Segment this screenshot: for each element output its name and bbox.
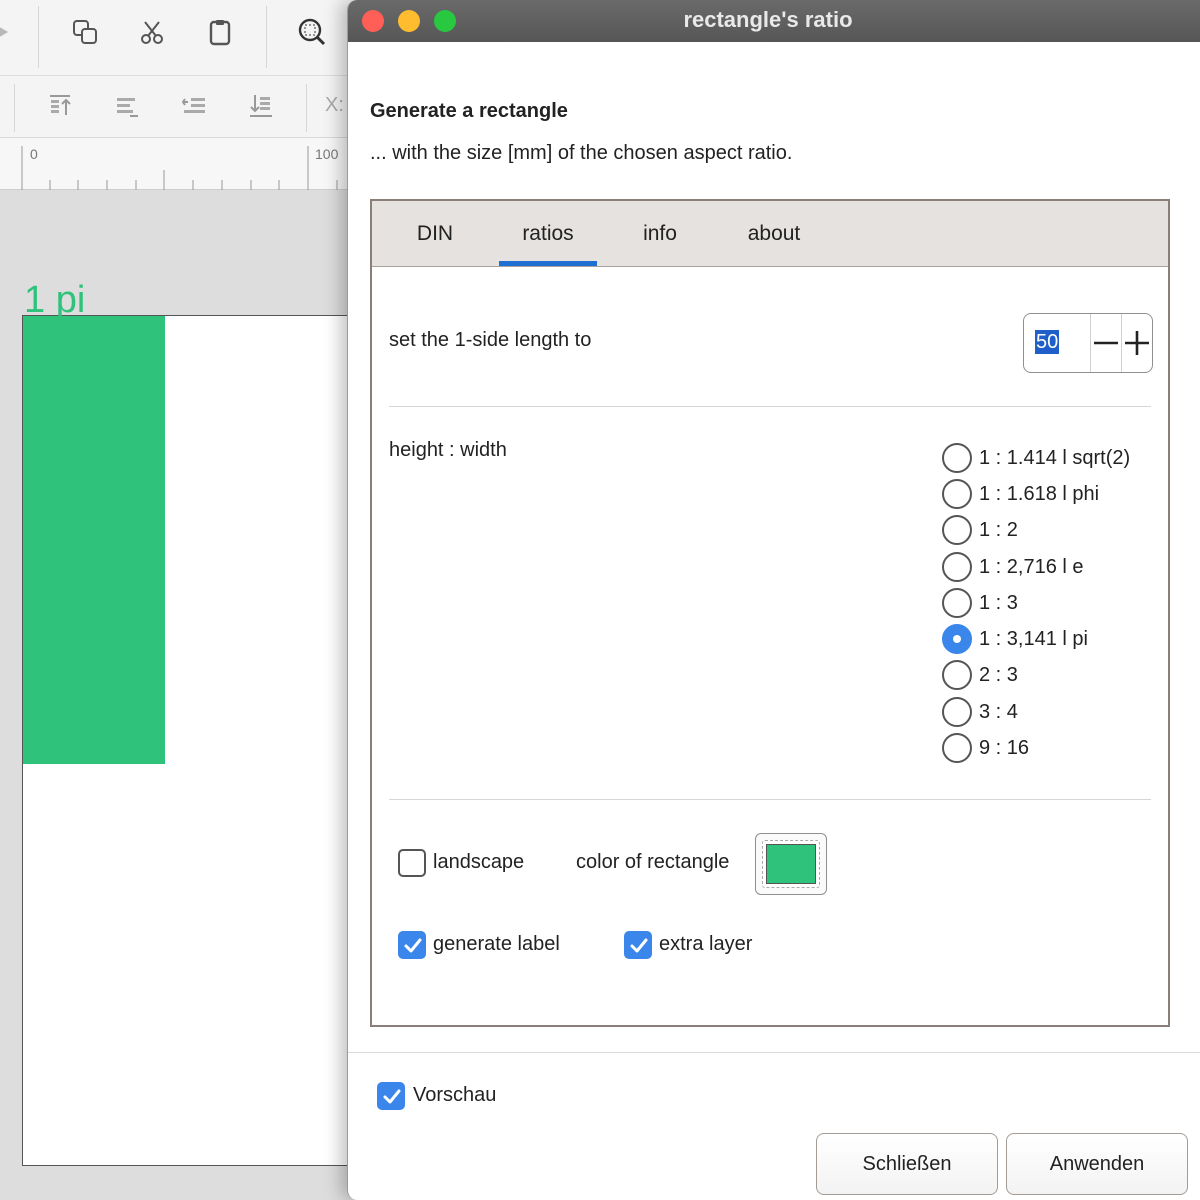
checkmark-icon (404, 938, 422, 953)
increment-button[interactable] (1122, 314, 1152, 372)
side-length-stepper[interactable]: 50 (1023, 313, 1153, 373)
ratio-option[interactable]: 3 : 4 (942, 695, 1018, 729)
ratio-option-label: 1 : 2 (979, 518, 1018, 541)
preview-label: Vorschau (413, 1084, 497, 1106)
ratio-option[interactable]: 1 : 1.414 l sqrt(2) (942, 441, 1130, 475)
side-length-value[interactable]: 50 (1035, 330, 1060, 354)
dialog-subheading: ... with the size [mm] of the chosen asp… (370, 142, 793, 164)
ratio-option-label: 1 : 3,141 l pi (979, 627, 1088, 650)
landscape-label: landscape (433, 851, 525, 873)
radio-button[interactable] (942, 697, 972, 727)
plus-icon (1125, 331, 1149, 355)
extra-layer-text: extra layer (659, 933, 753, 955)
ratio-option-label: 1 : 1.618 l phi (979, 482, 1100, 505)
radio-button[interactable] (942, 443, 972, 473)
ratio-option-label: 1 : 2,716 l e (979, 555, 1084, 578)
align-top-icon[interactable] (42, 88, 78, 124)
ratio-option[interactable]: 1 : 3 (942, 586, 1018, 620)
color-well-frame (762, 840, 820, 888)
ratio-option[interactable]: 2 : 3 (942, 658, 1018, 692)
side-length-label: set the 1-side length to (389, 329, 592, 351)
ratio-option-label: 3 : 4 (979, 700, 1018, 723)
extra-layer-checkbox[interactable] (624, 931, 652, 959)
color-picker-button[interactable] (755, 833, 827, 895)
preview-checkbox[interactable] (377, 1082, 405, 1110)
toolbar-divider (266, 6, 267, 68)
x-coordinate-label: X: (325, 94, 344, 116)
duplicate-icon[interactable] (67, 14, 103, 50)
radio-button-selected[interactable] (942, 624, 972, 654)
ratio-option-label: 1 : 1.414 l sqrt(2) (979, 446, 1131, 469)
ratio-option[interactable]: 1 : 2,716 l e (942, 550, 1084, 584)
tab-about[interactable]: about (722, 201, 826, 267)
ratio-option-label: 1 : 3 (979, 591, 1018, 614)
dialog-heading: Generate a rectangle (370, 100, 568, 122)
ruler-mark: 0 (30, 146, 38, 162)
close-button[interactable]: Schließen (816, 1133, 998, 1195)
generate-label-text: generate label (433, 933, 560, 955)
ratio-option[interactable]: 1 : 1.618 l phi (942, 477, 1099, 511)
footer-divider (348, 1052, 1200, 1053)
ruler-ticks (21, 146, 338, 190)
ratio-option[interactable]: 1 : 2 (942, 513, 1018, 547)
toolbar-divider (306, 84, 307, 132)
align-left-icon[interactable] (109, 88, 145, 124)
color-swatch (766, 844, 816, 884)
active-tab-indicator (499, 261, 597, 266)
minus-icon (1094, 341, 1118, 345)
generated-rectangle[interactable] (23, 316, 165, 764)
dialog-title: rectangle's ratio (683, 7, 853, 32)
ratio-dialog: rectangle's ratio Generate a rectangle .… (347, 0, 1200, 1200)
radio-button[interactable] (942, 660, 972, 690)
radio-button[interactable] (942, 515, 972, 545)
generate-label-checkbox[interactable] (398, 931, 426, 959)
forward-arrow-icon[interactable] (0, 14, 22, 50)
radio-button[interactable] (942, 552, 972, 582)
tab-bar: DIN ratios info about (372, 201, 1168, 267)
radio-button[interactable] (942, 733, 972, 763)
apply-button[interactable]: Anwenden (1006, 1133, 1188, 1195)
landscape-checkbox[interactable] (398, 849, 426, 877)
align-bottom-icon[interactable] (243, 88, 279, 124)
ratio-group-label: height : width (389, 439, 507, 461)
checkmark-icon (630, 938, 648, 953)
checkmark-icon (383, 1089, 401, 1104)
paste-clipboard-icon[interactable] (202, 14, 238, 50)
indent-icon[interactable] (176, 88, 212, 124)
tab-din[interactable]: DIN (394, 201, 476, 267)
color-label: color of rectangle (576, 851, 730, 873)
cut-scissors-icon[interactable] (134, 14, 170, 50)
rectangle-label-text[interactable]: 1 pi (24, 278, 85, 322)
tab-ratios[interactable]: ratios (499, 201, 597, 267)
radio-button[interactable] (942, 588, 972, 618)
toolbar-divider (38, 6, 39, 68)
title-bar[interactable]: rectangle's ratio (348, 0, 1200, 42)
section-divider (389, 406, 1151, 407)
ratio-option-label: 9 : 16 (979, 736, 1030, 759)
tab-info[interactable]: info (620, 201, 700, 267)
decrement-button[interactable] (1091, 314, 1121, 372)
ratio-option[interactable]: 9 : 16 (942, 731, 1029, 765)
toolbar-divider (14, 84, 15, 132)
radio-button[interactable] (942, 479, 972, 509)
ratio-option-label: 2 : 3 (979, 663, 1018, 686)
zoom-selection-icon[interactable] (294, 14, 330, 50)
ratio-option-selected[interactable]: 1 : 3,141 l pi (942, 622, 1088, 656)
tab-panel: DIN ratios info about set the 1-side len… (370, 199, 1170, 1027)
section-divider (389, 799, 1151, 800)
ruler-mark: 100 (315, 146, 339, 162)
